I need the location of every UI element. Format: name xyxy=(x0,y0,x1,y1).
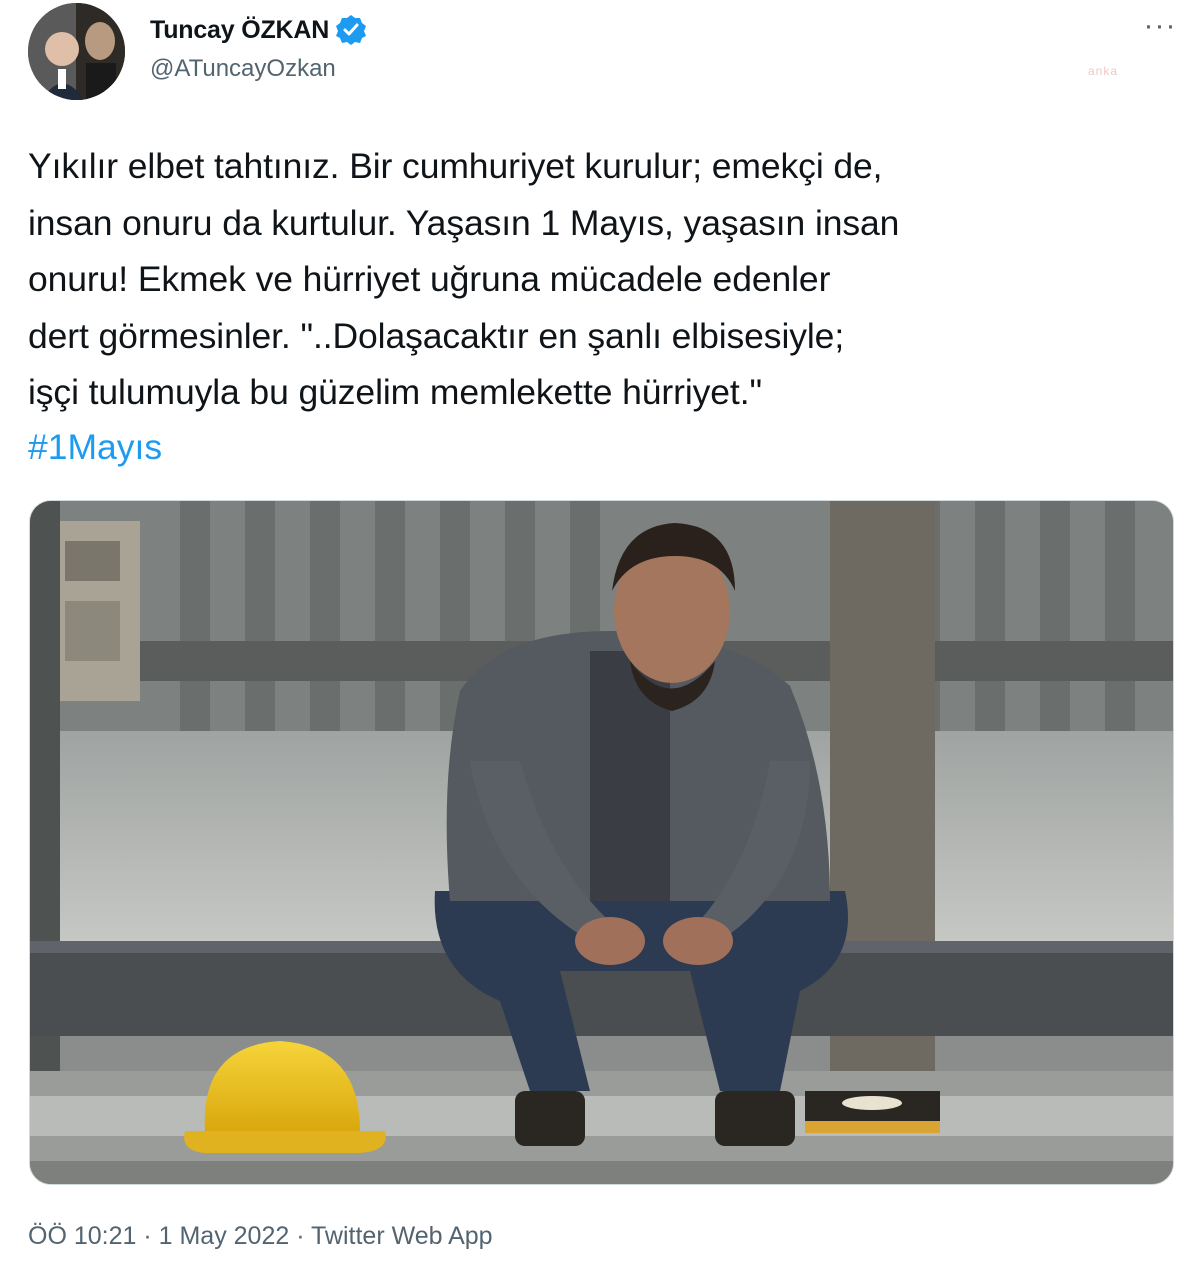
verified-badge-icon xyxy=(335,14,367,46)
author-handle[interactable]: @ATuncayOzkan xyxy=(150,55,336,83)
tweet-text: Yıkılır elbet tahtınız. Bir cumhuriyet k… xyxy=(28,146,900,412)
author-name-row[interactable]: Tuncay ÖZKAN xyxy=(150,12,367,48)
tweet-photo[interactable] xyxy=(29,500,1174,1185)
hashtag-link[interactable]: #1Mayıs xyxy=(28,419,162,476)
avatar[interactable] xyxy=(28,3,125,100)
author-display-name[interactable]: Tuncay ÖZKAN xyxy=(150,16,329,45)
more-dots-icon[interactable]: ··· xyxy=(1140,11,1180,44)
watermark: anka xyxy=(1088,64,1119,78)
tweet-timestamp[interactable]: ÖÖ 10:21 · 1 May 2022 · Twitter Web App xyxy=(28,1222,493,1251)
